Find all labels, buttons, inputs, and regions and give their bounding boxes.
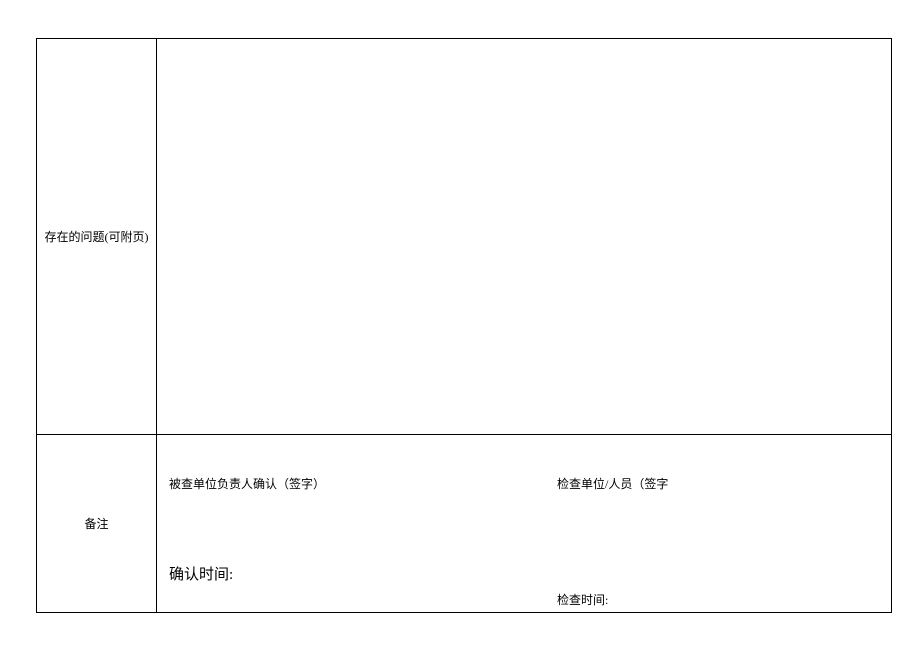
problems-content-cell xyxy=(157,39,892,435)
inspector-signature-label: 检查单位/人员（签字 xyxy=(557,475,668,492)
problems-label-cell: 存在的问题(可附页) xyxy=(37,39,157,435)
problems-row: 存在的问题(可附页) xyxy=(37,39,892,435)
confirm-time-label: 确认时间: xyxy=(169,563,233,584)
remarks-row: 备注 被查单位负责人确认（签字） 检查单位/人员（签字 确认时间: 检查时间: xyxy=(37,435,892,613)
remarks-content-cell: 被查单位负责人确认（签字） 检查单位/人员（签字 确认时间: 检查时间: xyxy=(157,435,892,613)
inspected-unit-signature-label: 被查单位负责人确认（签字） xyxy=(169,475,325,492)
inspection-form-table: 存在的问题(可附页) 备注 被查单位负责人确认（签字） 检查单位/人员（签字 确… xyxy=(36,38,892,613)
problems-label: 存在的问题(可附页) xyxy=(45,230,149,244)
remarks-label-cell: 备注 xyxy=(37,435,157,613)
remarks-label: 备注 xyxy=(84,517,108,531)
inspect-time-label: 检查时间: xyxy=(557,591,608,608)
